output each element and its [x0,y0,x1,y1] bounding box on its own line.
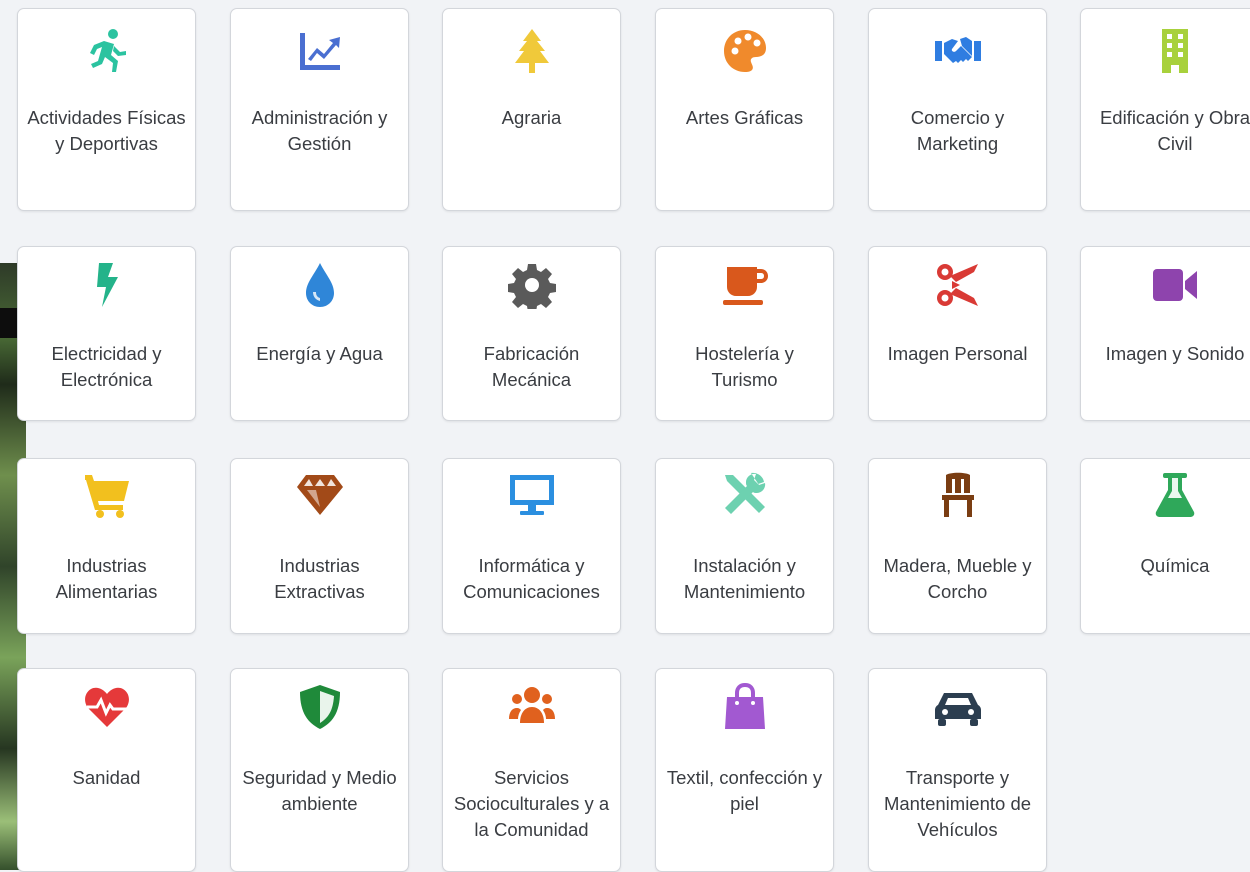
shield-icon [296,683,344,731]
category-label: Administración y Gestión [251,107,388,154]
bolt-icon [83,261,131,309]
gear-icon [507,261,556,309]
users-icon [508,683,556,731]
building-icon [1151,27,1199,75]
tools-icon [721,471,769,519]
category-label: Química [1140,555,1210,576]
category-label: Industrias Extractivas [274,555,365,602]
video-camera-icon [1151,261,1199,309]
category-artes-graficas[interactable]: Artes Gráficas [655,8,834,211]
category-label: Servicios Socioculturales y a la Comunid… [453,767,610,840]
category-fabricacion-mecanica[interactable]: Fabricación Mecánica [442,246,621,421]
desktop-icon [508,471,556,519]
category-edificacion[interactable]: Edificación y Obra Civil [1080,8,1250,211]
category-label: Imagen Personal [887,343,1028,364]
category-label: Imagen y Sonido [1105,343,1245,364]
coffee-icon [721,261,769,309]
category-label: Transporte y Mantenimiento de Vehículos [883,767,1032,840]
flask-icon [1151,471,1199,519]
category-energia-agua[interactable]: Energía y Agua [230,246,409,421]
category-label: Seguridad y Medio ambiente [242,767,397,814]
category-transporte[interactable]: Transporte y Mantenimiento de Vehículos [868,668,1047,872]
category-administracion[interactable]: Administración y Gestión [230,8,409,211]
category-agraria[interactable]: Agraria [442,8,621,211]
category-sanidad[interactable]: Sanidad [17,668,196,872]
gem-icon [296,471,344,519]
category-electricidad[interactable]: Electricidad y Electrónica [17,246,196,421]
running-icon [83,27,131,75]
category-textil[interactable]: Textil, confección y piel [655,668,834,872]
category-label: Sanidad [72,767,141,788]
water-drop-icon [296,261,344,309]
category-label: Energía y Agua [256,343,383,364]
tree-icon [508,27,556,75]
category-label: Instalación y Mantenimiento [683,555,806,602]
shopping-bag-icon [721,683,769,731]
category-madera[interactable]: Madera, Mueble y Corcho [868,458,1047,634]
category-industrias-extractivas[interactable]: Industrias Extractivas [230,458,409,634]
palette-icon [721,27,769,75]
car-icon [934,683,982,731]
category-label: Electricidad y Electrónica [51,343,162,390]
category-label: Artes Gráficas [685,107,804,128]
handshake-icon [934,27,982,75]
category-label: Edificación y Obra Civil [1099,107,1250,154]
category-industrias-alimentarias[interactable]: Industrias Alimentarias [17,458,196,634]
category-label: Hostelería y Turismo [695,343,794,390]
category-label: Actividades Físicas y Deportivas [27,107,186,154]
category-hosteleria[interactable]: Hostelería y Turismo [655,246,834,421]
chair-icon [934,471,982,519]
category-label: Informática y Comunicaciones [463,555,600,602]
category-label: Agraria [501,107,562,128]
category-label: Industrias Alimentarias [55,555,158,602]
heartbeat-icon [83,683,131,731]
category-comercio-marketing[interactable]: Comercio y Marketing [868,8,1047,211]
category-label: Madera, Mueble y Corcho [883,555,1032,602]
category-quimica[interactable]: Química [1080,458,1250,634]
category-servicios-socioculturales[interactable]: Servicios Socioculturales y a la Comunid… [442,668,621,872]
category-imagen-sonido[interactable]: Imagen y Sonido [1080,246,1250,421]
chart-line-icon [296,27,344,75]
category-label: Textil, confección y piel [666,767,823,814]
category-label: Fabricación Mecánica [483,343,580,390]
category-label: Comercio y Marketing [910,107,1005,154]
category-actividades-fisicas[interactable]: Actividades Físicas y Deportivas [17,8,196,211]
category-seguridad[interactable]: Seguridad y Medio ambiente [230,668,409,872]
category-instalacion[interactable]: Instalación y Mantenimiento [655,458,834,634]
shopping-cart-icon [83,471,131,519]
category-informatica[interactable]: Informática y Comunicaciones [442,458,621,634]
scissors-icon [934,261,982,309]
category-imagen-personal[interactable]: Imagen Personal [868,246,1047,421]
